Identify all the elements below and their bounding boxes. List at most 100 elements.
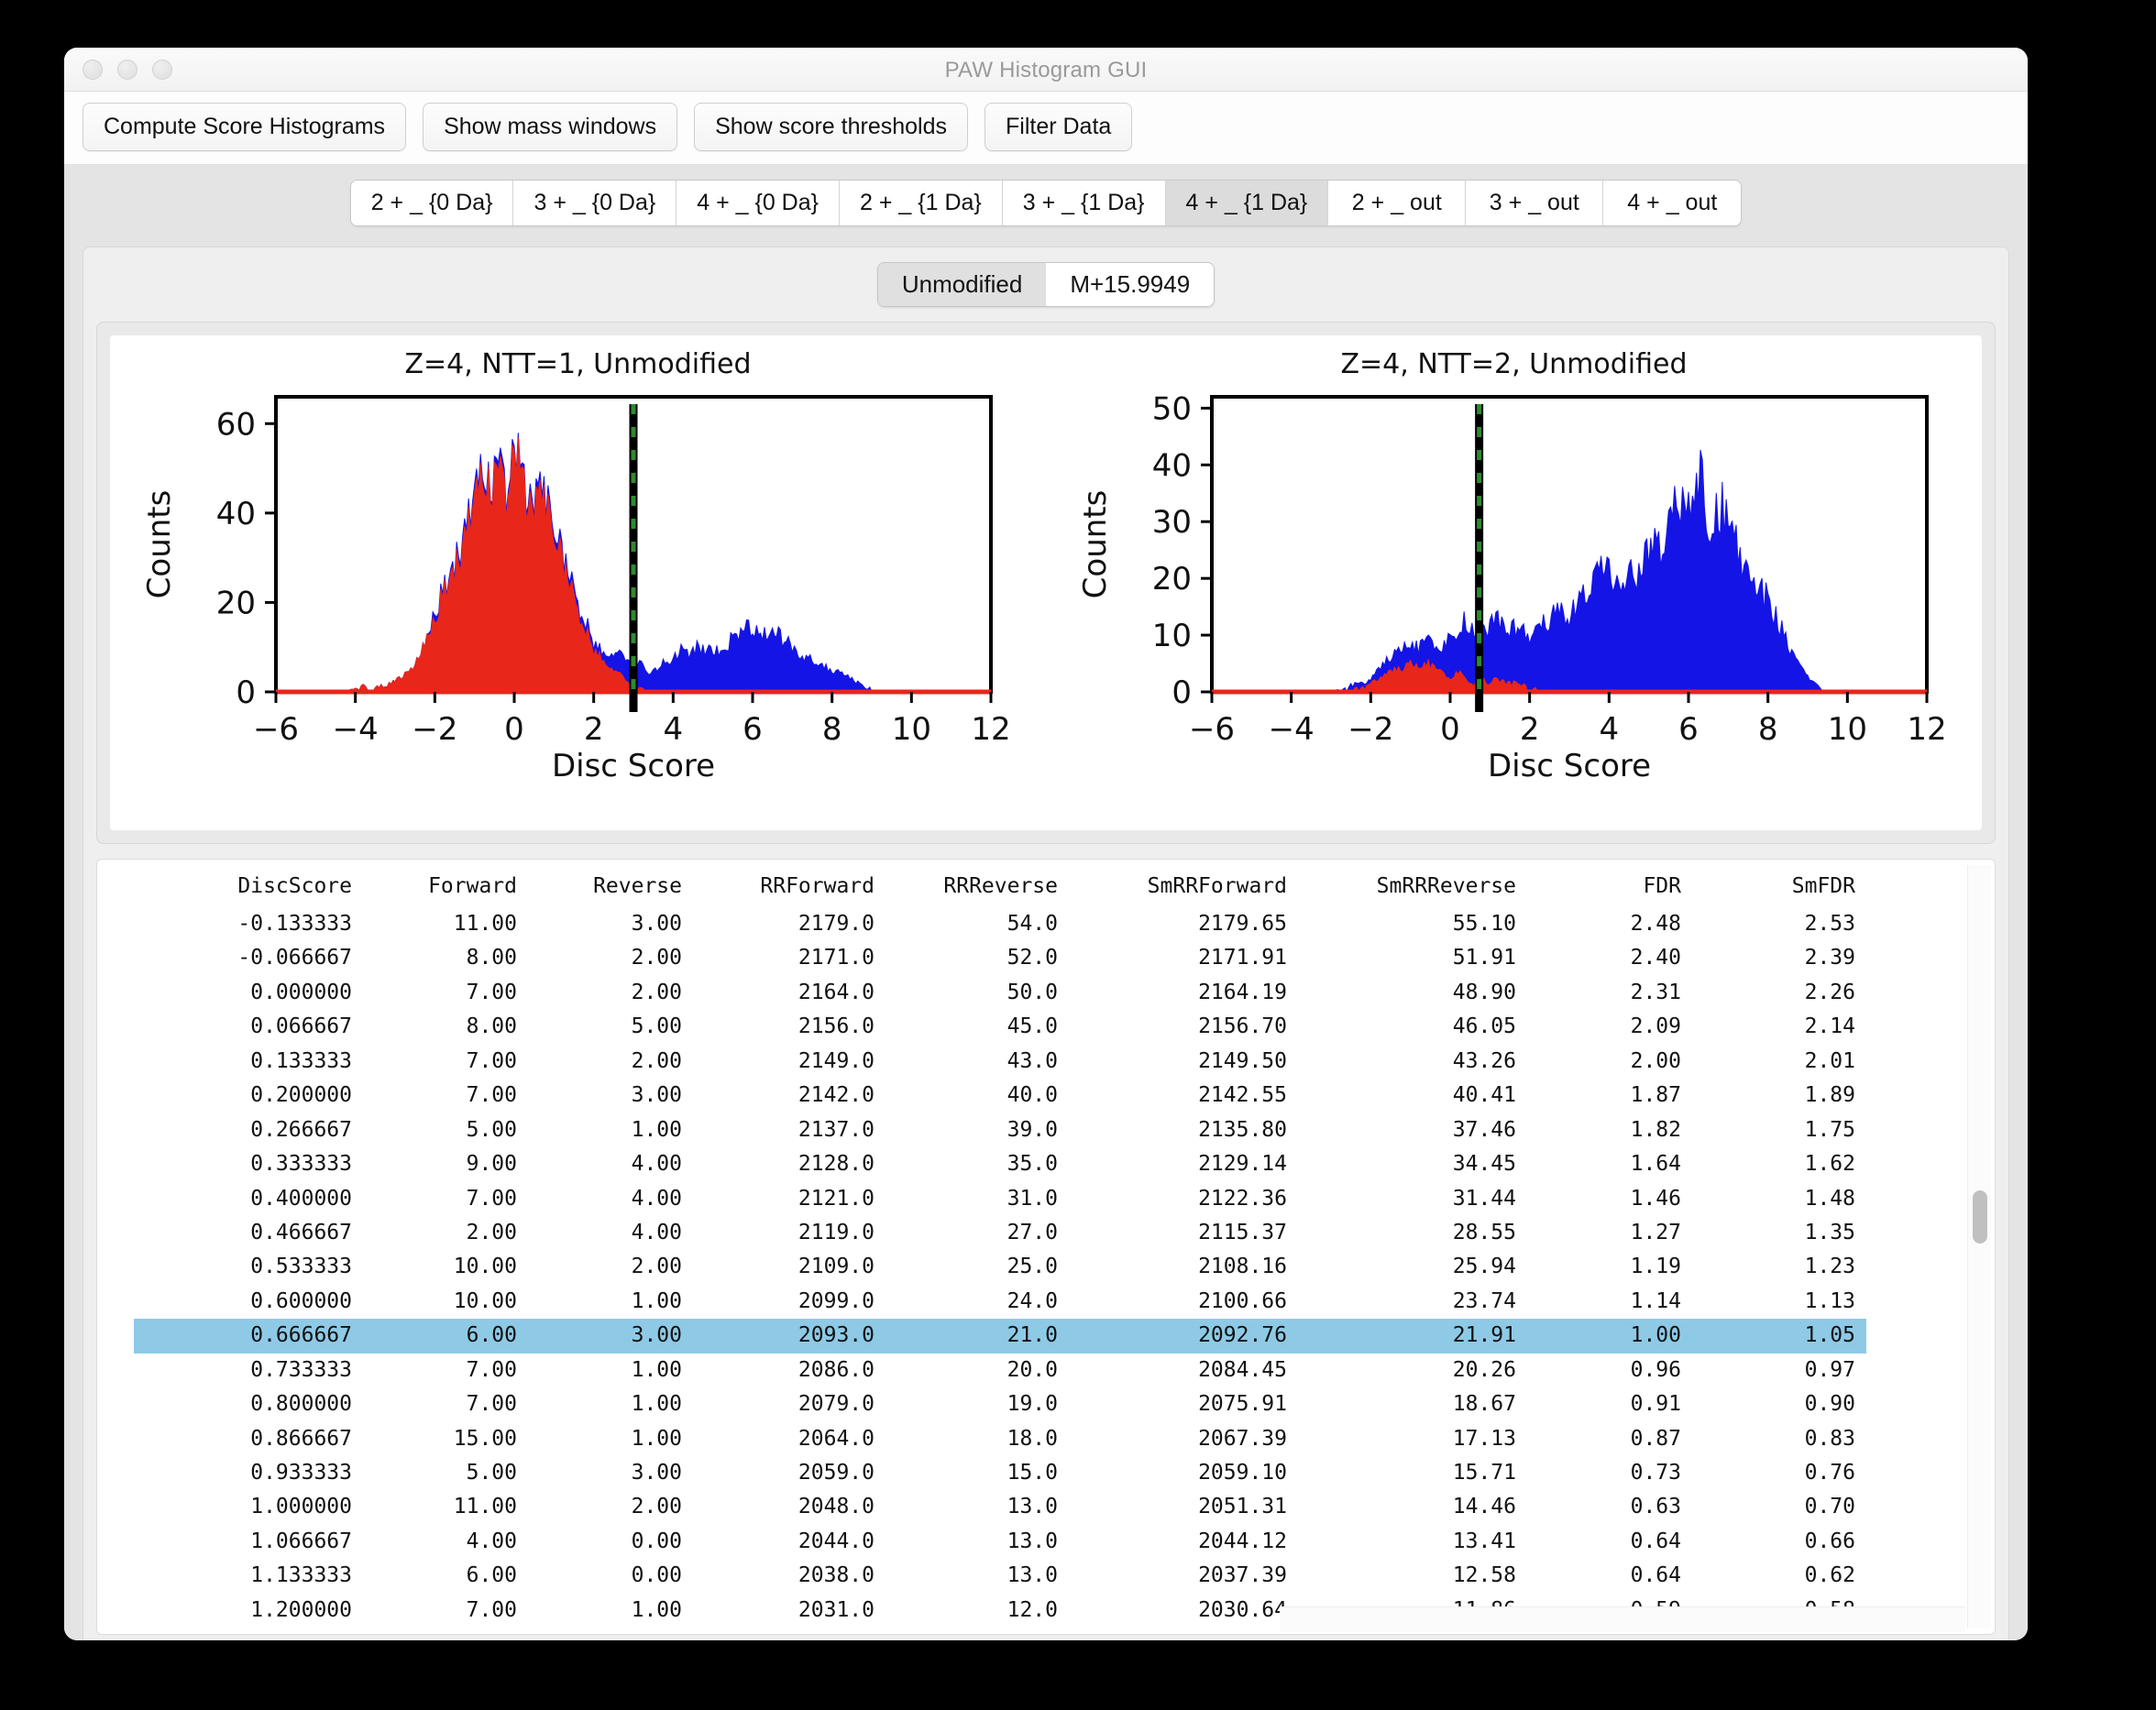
results-table-scroll[interactable]: DiscScore Forward Reverse RRForward RRRe… — [97, 860, 1995, 1635]
table-cell-forward: 7.00 — [363, 1079, 528, 1113]
table-cell-smrrreverse: 13.41 — [1298, 1525, 1527, 1559]
table-cell-rrreverse: 19.0 — [886, 1387, 1069, 1421]
table-cell-reverse: 1.00 — [528, 1594, 693, 1628]
table-row[interactable]: 0.4000007.004.002121.031.02122.3631.441.… — [134, 1182, 1866, 1216]
table-cell-reverse: 4.00 — [528, 1182, 693, 1216]
table-cell-fdr: 0.64 — [1527, 1559, 1692, 1593]
table-cell-smfdr: 0.66 — [1692, 1525, 1866, 1559]
table-body: -0.13333311.003.002179.054.02179.6555.10… — [134, 907, 1866, 1635]
table-cell-smrrreverse: 31.44 — [1298, 1182, 1527, 1216]
subtab-unmodified[interactable]: Unmodified — [878, 263, 1047, 306]
table-cell-smrrforward: 2092.76 — [1069, 1319, 1298, 1353]
table-cell-reverse: 3.00 — [528, 907, 693, 941]
table-row[interactable]: 0.9333335.003.002059.015.02059.1015.710.… — [134, 1456, 1866, 1490]
body-panel: 2 + _ {0 Da} 3 + _ {0 Da} 4 + _ {0 Da} 2… — [64, 165, 2028, 1640]
table-row[interactable]: 0.86666715.001.002064.018.02067.3917.130… — [134, 1422, 1866, 1456]
table-vertical-scrollbar[interactable] — [1967, 865, 1991, 1628]
table-cell-rrreverse: 31.0 — [886, 1182, 1069, 1216]
table-row[interactable]: 0.6666676.003.002093.021.02092.7621.911.… — [134, 1319, 1866, 1353]
table-row[interactable]: 0.7333337.001.002086.020.02084.4520.260.… — [134, 1354, 1866, 1387]
tab-strip: 2 + _ {0 Da} 3 + _ {0 Da} 4 + _ {0 Da} 2… — [64, 180, 2028, 226]
app-window: PAW Histogram GUI Compute Score Histogra… — [64, 48, 2028, 1640]
table-row[interactable]: 0.1333337.002.002149.043.02149.5043.262.… — [134, 1045, 1866, 1079]
table-cell-rrreverse: 18.0 — [886, 1422, 1069, 1456]
tab-2plus-out[interactable]: 2 + _ out — [1328, 181, 1466, 225]
table-header-row: DiscScore Forward Reverse RRForward RRRe… — [134, 869, 1866, 907]
filter-data-button[interactable]: Filter Data — [984, 103, 1132, 151]
table-cell-reverse: 0.00 — [528, 1525, 693, 1559]
results-table-panel: DiscScore Forward Reverse RRForward RRRe… — [96, 859, 1996, 1635]
table-row[interactable]: 0.2666675.001.002137.039.02135.8037.461.… — [134, 1113, 1866, 1147]
table-cell-reverse: 1.00 — [528, 1113, 693, 1147]
table-row[interactable]: -0.0666678.002.002171.052.02171.9151.912… — [134, 941, 1866, 975]
svg-text:Counts: Counts — [141, 490, 178, 599]
table-row[interactable]: 0.2000007.003.002142.040.02142.5540.411.… — [134, 1079, 1866, 1113]
table-cell-fdr: 2.00 — [1527, 1045, 1692, 1079]
table-cell-smfdr: 0.76 — [1692, 1456, 1866, 1490]
histogram-ntt2: Z=4, NTT=2, Unmodified −6−4−202468101201… — [1046, 335, 1982, 830]
table-row[interactable]: 0.8000007.001.002079.019.02075.9118.670.… — [134, 1387, 1866, 1421]
table-cell-fdr: 1.64 — [1527, 1147, 1692, 1181]
tab-3plus-out[interactable]: 3 + _ out — [1466, 181, 1603, 225]
table-row[interactable]: 1.0666674.000.002044.013.02044.1213.410.… — [134, 1525, 1866, 1559]
table-row[interactable]: 0.0666678.005.002156.045.02156.7046.052.… — [134, 1010, 1866, 1044]
table-row[interactable]: -0.13333311.003.002179.054.02179.6555.10… — [134, 907, 1866, 941]
table-cell-discscore: 1.000000 — [134, 1490, 363, 1524]
table-cell-discscore: 0.000000 — [134, 976, 363, 1010]
svg-text:0: 0 — [236, 674, 256, 711]
table-horizontal-scrollbar[interactable] — [1280, 1606, 1965, 1632]
table-row[interactable]: 0.3333339.004.002128.035.02129.1434.451.… — [134, 1147, 1866, 1181]
table-cell-reverse: 2.00 — [528, 941, 693, 975]
table-cell-smrrforward: 2122.36 — [1069, 1182, 1298, 1216]
table-row[interactable]: 0.60000010.001.002099.024.02100.6623.741… — [134, 1285, 1866, 1319]
svg-text:2: 2 — [1519, 711, 1539, 748]
table-cell-forward: 7.00 — [363, 1387, 528, 1421]
tab-3plus-1da[interactable]: 3 + _ {1 Da} — [1003, 181, 1166, 225]
table-cell-rrforward: 2079.0 — [693, 1387, 886, 1421]
table-row[interactable]: 1.1333336.000.002038.013.02037.3912.580.… — [134, 1559, 1866, 1593]
table-cell-fdr: 2.31 — [1527, 976, 1692, 1010]
table-cell-rrforward: 2086.0 — [693, 1354, 886, 1387]
svg-text:10: 10 — [1827, 711, 1866, 748]
table-cell-rrforward: 2156.0 — [693, 1010, 886, 1044]
tab-3plus-0da[interactable]: 3 + _ {0 Da} — [513, 181, 676, 225]
subtab-strip: Unmodified M+15.9949 — [96, 262, 1996, 307]
table-cell-smrrreverse: 51.91 — [1298, 941, 1527, 975]
table-cell-forward: 7.00 — [363, 1182, 528, 1216]
tab-2plus-0da[interactable]: 2 + _ {0 Da} — [351, 181, 514, 225]
tab-4plus-1da[interactable]: 4 + _ {1 Da} — [1166, 181, 1329, 225]
table-row[interactable]: 0.53333310.002.002109.025.02108.1625.941… — [134, 1250, 1866, 1284]
table-cell-discscore: 0.800000 — [134, 1387, 363, 1421]
table-row[interactable]: 0.0000007.002.002164.050.02164.1948.902.… — [134, 976, 1866, 1010]
table-cell-smrrforward: 2108.16 — [1069, 1250, 1298, 1284]
table-cell-rrforward: 2093.0 — [693, 1319, 886, 1353]
table-cell-rrreverse: 20.0 — [886, 1354, 1069, 1387]
table-cell-forward: 6.00 — [363, 1628, 528, 1635]
svg-text:−6: −6 — [1188, 711, 1234, 748]
svg-text:−2: −2 — [1348, 711, 1393, 748]
col-forward: Forward — [363, 869, 528, 907]
show-score-thresholds-button[interactable]: Show score thresholds — [694, 103, 968, 151]
tab-2plus-1da[interactable]: 2 + _ {1 Da} — [840, 181, 1003, 225]
table-cell-rrreverse: 45.0 — [886, 1010, 1069, 1044]
col-smrrforward: SmRRForward — [1069, 869, 1298, 907]
tab-4plus-out[interactable]: 4 + _ out — [1603, 181, 1741, 225]
subtab-m-plus-15-9949[interactable]: M+15.9949 — [1046, 263, 1214, 306]
table-cell-rrreverse: 24.0 — [886, 1285, 1069, 1319]
plot-panel: Z=4, NTT=1, Unmodified −6−4−202468101202… — [96, 322, 1996, 844]
table-cell-reverse: 1.00 — [528, 1422, 693, 1456]
compute-score-histograms-button[interactable]: Compute Score Histograms — [82, 103, 406, 151]
svg-text:10: 10 — [891, 711, 930, 748]
show-mass-windows-button[interactable]: Show mass windows — [423, 103, 677, 151]
table-cell-reverse: 1.00 — [528, 1387, 693, 1421]
table-row[interactable]: 0.4666672.004.002119.027.02115.3728.551.… — [134, 1216, 1866, 1250]
col-smfdr: SmFDR — [1692, 869, 1866, 907]
histogram-ntt1-svg: −6−4−20246810120204060Disc ScoreCounts — [138, 380, 1018, 793]
table-cell-rrreverse: 40.0 — [886, 1079, 1069, 1113]
table-cell-reverse: 3.00 — [528, 1079, 693, 1113]
table-cell-rrforward: 2064.0 — [693, 1422, 886, 1456]
table-row[interactable]: 1.00000011.002.002048.013.02051.3114.460… — [134, 1490, 1866, 1524]
table-vertical-scrollbar-thumb[interactable] — [1973, 1190, 1987, 1244]
svg-text:4: 4 — [663, 711, 683, 748]
tab-4plus-0da[interactable]: 4 + _ {0 Da} — [676, 181, 840, 225]
